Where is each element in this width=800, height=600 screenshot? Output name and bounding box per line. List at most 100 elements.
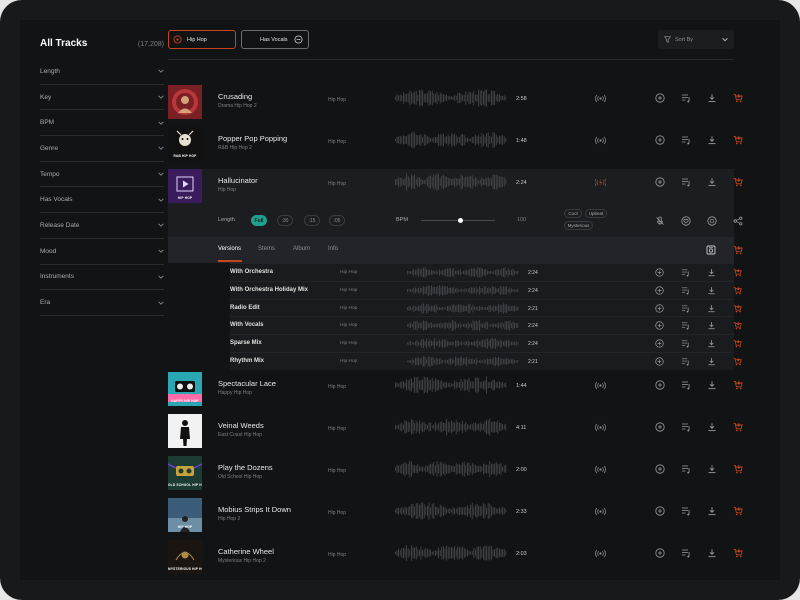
cart-icon[interactable] <box>733 93 743 103</box>
track-row[interactable]: OLD SCHOOL HIP HOP Play the Dozens Old Sch… <box>168 456 743 498</box>
download-icon[interactable] <box>707 464 717 474</box>
add-to-playlist-icon[interactable] <box>681 286 690 295</box>
length-option-30[interactable]: :30 <box>277 215 293 226</box>
download-icon[interactable] <box>707 268 716 277</box>
album-cover[interactable]: HIP HOP <box>168 498 202 532</box>
version-title[interactable]: Rhythm Mix <box>230 358 264 364</box>
add-to-playlist-icon[interactable] <box>681 357 690 366</box>
stems-icon[interactable] <box>595 380 606 391</box>
waveform[interactable] <box>395 131 507 149</box>
track-title[interactable]: Crusading <box>218 92 252 101</box>
track-title[interactable]: Veinal Weeds <box>218 421 264 430</box>
mood-tag[interactable]: Mysterious <box>564 221 593 230</box>
waveform[interactable] <box>395 173 507 191</box>
share-icon[interactable] <box>733 216 743 226</box>
save-versions-icon[interactable] <box>706 245 716 255</box>
download-icon[interactable] <box>707 357 716 366</box>
track-title[interactable]: Hallucinator <box>218 176 258 185</box>
length-option-15[interactable]: :15 <box>304 215 320 226</box>
cart-icon[interactable] <box>733 339 742 348</box>
add-to-playlist-icon[interactable] <box>681 422 691 432</box>
track-row[interactable]: Crusading Drama Hip Hop 2 Hip Hop 2:58 <box>168 85 743 127</box>
waveform[interactable] <box>395 418 507 436</box>
cart-icon[interactable] <box>733 422 743 432</box>
add-circle-icon[interactable] <box>655 93 665 103</box>
no-vocals-icon[interactable] <box>655 216 665 226</box>
version-title[interactable]: With Orchestra Holiday Mix <box>230 287 308 293</box>
album-cover[interactable]: OLD SCHOOL HIP HOP <box>168 456 202 490</box>
stems-icon[interactable] <box>595 548 606 559</box>
download-icon[interactable] <box>707 304 716 313</box>
tab-stems[interactable]: Stems <box>258 246 275 252</box>
waveform[interactable] <box>407 356 519 367</box>
cart-icon[interactable] <box>733 245 743 255</box>
waveform[interactable] <box>407 267 519 278</box>
track-row[interactable]: HAPPY HIP HOP Spectacular Lace Happy Hip H… <box>168 372 743 414</box>
remove-circle-icon[interactable] <box>173 35 182 44</box>
download-icon[interactable] <box>707 321 716 330</box>
add-to-playlist-icon[interactable] <box>681 93 691 103</box>
version-title[interactable]: Sparse Mix <box>230 340 262 346</box>
track-title[interactable]: Play the Dozens <box>218 463 273 472</box>
add-circle-icon[interactable] <box>655 321 664 331</box>
add-circle-icon[interactable] <box>655 303 664 313</box>
filter-era[interactable]: Era <box>40 290 164 316</box>
track-row[interactable]: R&B HIP HOP Popper Pop Popping R&B Hip Hop… <box>168 127 743 169</box>
version-row[interactable]: Rhythm Mix Hip Hop 2:21 <box>230 352 742 370</box>
stems-icon[interactable] <box>595 464 606 475</box>
tab-info[interactable]: Info <box>328 246 338 252</box>
stems-icon[interactable] <box>595 422 606 433</box>
filter-mood[interactable]: Mood <box>40 239 164 265</box>
length-option-05[interactable]: :05 <box>329 215 345 226</box>
waveform[interactable] <box>395 89 507 107</box>
cart-icon[interactable] <box>733 286 742 295</box>
cart-icon[interactable] <box>733 304 742 313</box>
add-to-playlist-icon[interactable] <box>681 464 691 474</box>
add-circle-icon[interactable] <box>655 268 664 277</box>
add-circle-icon[interactable] <box>655 339 664 348</box>
waveform[interactable] <box>407 302 519 314</box>
download-icon[interactable] <box>707 380 717 390</box>
filter-chip-has-vocals[interactable]: Has Vocals <box>241 30 309 49</box>
tab-versions[interactable]: Versions <box>218 246 241 252</box>
add-to-playlist-icon[interactable] <box>681 268 690 277</box>
track-title[interactable]: Mobius Strips It Down <box>218 505 291 514</box>
waveform[interactable] <box>407 284 519 296</box>
filter-release-date[interactable]: Release Date <box>40 213 164 239</box>
add-circle-icon[interactable] <box>655 548 665 558</box>
track-title[interactable]: Catherine Wheel <box>218 547 274 556</box>
add-to-playlist-icon[interactable] <box>681 380 691 390</box>
tab-album[interactable]: Album <box>293 246 310 252</box>
add-to-playlist-icon[interactable] <box>681 135 691 145</box>
mood-tag[interactable]: Cool <box>564 209 582 218</box>
track-title[interactable]: Popper Pop Popping <box>218 134 287 143</box>
add-circle-icon[interactable] <box>655 422 665 432</box>
download-icon[interactable] <box>707 339 716 348</box>
add-to-playlist-icon[interactable] <box>681 548 691 558</box>
add-circle-icon[interactable] <box>655 135 665 145</box>
cart-icon[interactable] <box>733 268 742 277</box>
stems-active-icon[interactable] <box>595 177 606 188</box>
version-title[interactable]: With Orchestra <box>230 269 273 275</box>
cart-icon[interactable] <box>733 548 743 558</box>
download-icon[interactable] <box>707 286 716 295</box>
cart-icon[interactable] <box>733 135 743 145</box>
sort-by-dropdown[interactable]: Sort By <box>658 30 734 49</box>
stems-icon[interactable] <box>595 135 606 146</box>
waveform[interactable] <box>395 502 507 520</box>
version-row[interactable]: With Orchestra Hip Hop 2:24 <box>230 263 742 281</box>
add-circle-icon[interactable] <box>655 286 664 295</box>
track-row[interactable]: MYSTERIOUS HIP HOP Catherine Wheel Mysteri… <box>168 540 743 580</box>
filter-bpm[interactable]: BPM <box>40 110 164 137</box>
download-icon[interactable] <box>707 135 717 145</box>
track-title[interactable]: Spectacular Lace <box>218 379 276 388</box>
album-cover[interactable]: HIP HOP <box>168 169 202 203</box>
cart-icon[interactable] <box>733 380 743 390</box>
filter-has-vocals[interactable]: Has Vocals <box>40 187 164 214</box>
album-cover[interactable] <box>168 85 202 119</box>
waveform[interactable] <box>395 376 507 394</box>
filter-instruments[interactable]: Instruments <box>40 265 164 291</box>
add-circle-icon[interactable] <box>655 464 665 474</box>
version-row[interactable]: With Vocals Hip Hop 2:24 <box>230 316 742 335</box>
filter-length[interactable]: Length <box>40 59 164 85</box>
